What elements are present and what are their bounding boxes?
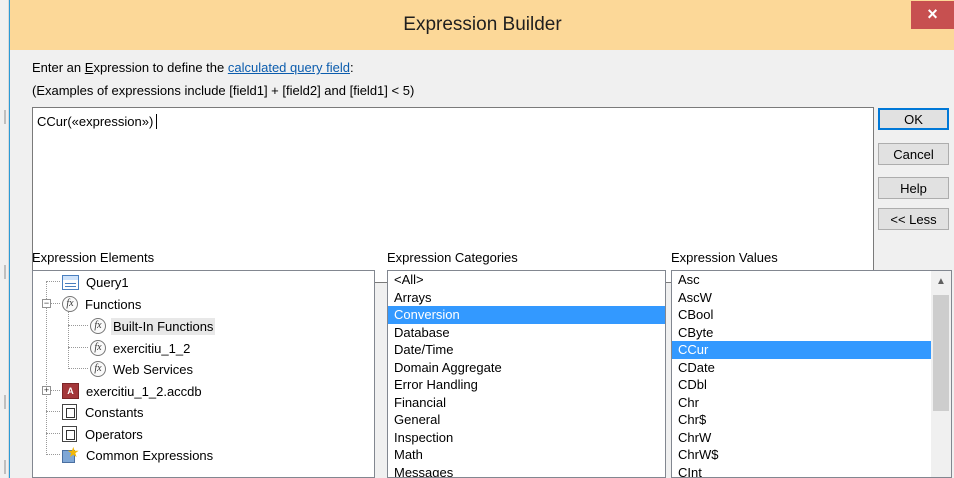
edge-tick <box>4 265 6 279</box>
category-list-item[interactable]: Arrays <box>388 289 665 307</box>
category-list-item[interactable]: Domain Aggregate <box>388 359 665 377</box>
values-items: Asc AscW CBool CByte CCur CDate CDbl Chr Chr$ Chr… <box>672 271 931 478</box>
function-icon: fx <box>90 361 106 377</box>
value-list-item[interactable]: Asc <box>672 271 931 289</box>
tree-item-accdb[interactable]: A exercitiu_1_2.accdb <box>62 381 204 401</box>
category-list-item[interactable]: Financial <box>388 394 665 412</box>
tree-item-built-in-functions[interactable]: fx Built-In Functions <box>90 316 216 336</box>
values-scrollbar[interactable]: ▲ <box>931 271 951 477</box>
tree-guide <box>46 411 60 412</box>
value-list-item[interactable]: CBool <box>672 306 931 324</box>
expression-elements-label: Expression Elements <box>32 250 155 265</box>
edge-tick <box>4 395 6 409</box>
category-list-item[interactable]: General <box>388 411 665 429</box>
tree-item-common-expressions[interactable]: ★ Common Expressions <box>62 445 215 465</box>
function-icon: fx <box>62 296 78 312</box>
instruction-prefix: Enter an <box>32 60 85 75</box>
tree-item-label: Operators <box>85 426 143 442</box>
category-list-item[interactable]: <All> <box>388 271 665 289</box>
query-icon <box>62 274 79 290</box>
instruction-middle: xpression to define the <box>93 60 228 75</box>
value-list-item[interactable]: CInt <box>672 464 931 478</box>
function-icon: fx <box>90 318 106 334</box>
tree-item-operators[interactable]: Operators <box>62 424 145 444</box>
tree-item-query1[interactable]: Query1 <box>62 272 131 292</box>
instruction-text: Enter an Expression to define the calcul… <box>32 60 354 75</box>
tree-item-web-services[interactable]: fx Web Services <box>90 359 195 379</box>
common-expressions-icon: ★ <box>62 445 80 464</box>
category-list-item[interactable]: Inspection <box>388 429 665 447</box>
title-bar[interactable]: Expression Builder × <box>10 0 954 50</box>
tree-item-label: Built-In Functions <box>111 317 216 335</box>
close-button[interactable]: × <box>911 1 954 29</box>
tree-item-label: Functions <box>85 296 142 312</box>
help-button[interactable]: Help <box>878 177 949 199</box>
tree-item-label: Query1 <box>86 274 129 290</box>
dialog-title: Expression Builder <box>403 14 562 35</box>
value-list-item[interactable]: CDbl <box>672 376 931 394</box>
tree-item-label: exercitiu_1_2.accdb <box>86 383 202 399</box>
expression-values-list[interactable]: Asc AscW CBool CByte CCur CDate CDbl Chr Chr$ Chr… <box>671 270 952 478</box>
tree-guide <box>68 368 88 369</box>
category-list-item[interactable]: Date/Time <box>388 341 665 359</box>
less-button[interactable]: << Less <box>878 208 949 230</box>
category-list-item[interactable]: Error Handling <box>388 376 665 394</box>
database-icon: A <box>62 383 79 399</box>
tree-item-label: Common Expressions <box>86 447 214 463</box>
category-list-item[interactable]: Messages <box>388 464 665 478</box>
edge-tick <box>4 460 6 474</box>
value-list-item[interactable]: CByte <box>672 324 931 342</box>
tree-guide <box>68 312 69 369</box>
collapse-functions-toggle[interactable]: − <box>42 299 51 308</box>
category-list-item[interactable]: Database <box>388 324 665 342</box>
calculated-query-field-link[interactable]: calculated query field <box>228 60 350 75</box>
categories-items: <All> Arrays Conversion Database Date/Time Do… <box>388 271 665 478</box>
function-icon: fx <box>90 340 106 356</box>
tree-guide <box>68 347 88 348</box>
dialog-body: Enter an Expression to define the calcul… <box>10 50 954 478</box>
tree-guide <box>46 454 60 455</box>
examples-text: (Examples of expressions include [field1… <box>32 83 415 98</box>
tree-guide <box>46 433 60 434</box>
tree-item-constants[interactable]: Constants <box>62 402 146 422</box>
scroll-thumb[interactable] <box>933 295 949 411</box>
operators-icon <box>62 426 77 442</box>
expression-builder-dialog: Expression Builder × Enter an Expression… <box>9 0 954 478</box>
instruction-suffix: : <box>350 60 354 75</box>
constants-icon <box>62 404 77 420</box>
value-list-item[interactable]: Chr$ <box>672 411 931 429</box>
edge-tick <box>4 110 6 124</box>
value-list-item[interactable]: CCur <box>672 341 931 359</box>
tree-item-exercitiu[interactable]: fx exercitiu_1_2 <box>90 338 192 358</box>
background-window-edge <box>0 0 9 478</box>
expand-accdb-toggle[interactable]: + <box>42 386 51 395</box>
tree-guide <box>46 281 60 282</box>
cancel-button[interactable]: Cancel <box>878 143 949 165</box>
value-list-item[interactable]: CDate <box>672 359 931 377</box>
close-icon: × <box>927 4 938 24</box>
expression-categories-list[interactable]: <All> Arrays Conversion Database Date/Time Do… <box>387 270 666 478</box>
expression-elements-tree[interactable]: − + Query1 fx Functions fx Built-In Func… <box>32 270 375 478</box>
tree-item-functions[interactable]: fx Functions <box>62 294 143 314</box>
ok-button[interactable]: OK <box>878 108 949 130</box>
category-list-item[interactable]: Conversion <box>388 306 665 324</box>
tree-item-label: Web Services <box>113 361 193 377</box>
tree-guide <box>68 325 88 326</box>
value-list-item[interactable]: AscW <box>672 289 931 307</box>
value-list-item[interactable]: ChrW$ <box>672 446 931 464</box>
text-caret <box>156 114 158 129</box>
scroll-up-icon[interactable]: ▲ <box>931 271 951 291</box>
category-list-item[interactable]: Math <box>388 446 665 464</box>
tree-item-label: exercitiu_1_2 <box>113 340 191 356</box>
value-list-item[interactable]: Chr <box>672 394 931 412</box>
value-list-item[interactable]: ChrW <box>672 429 931 447</box>
expression-text: CCur(«expression») <box>37 114 154 129</box>
tree-item-label: Constants <box>85 404 144 420</box>
expression-categories-label: Expression Categories <box>387 250 518 265</box>
expression-values-label: Expression Values <box>671 250 778 265</box>
